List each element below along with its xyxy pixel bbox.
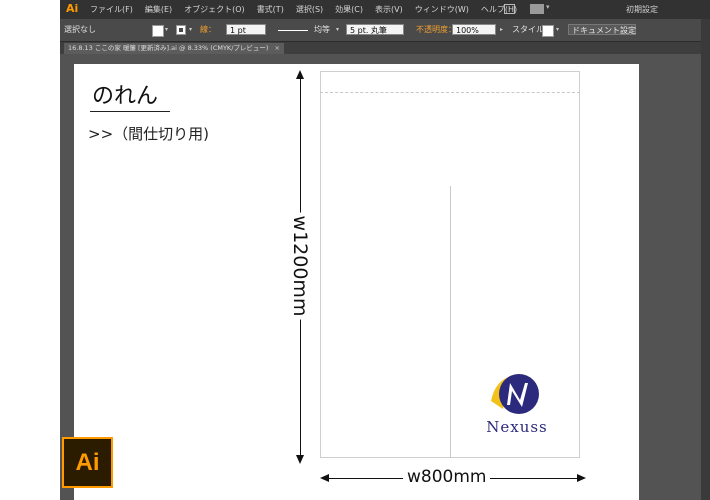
- stroke-weight-field[interactable]: 1 pt: [226, 24, 266, 35]
- arrow-left-icon: [320, 474, 329, 482]
- menu-view[interactable]: 表示(V): [375, 4, 403, 15]
- document-setup-button[interactable]: ドキュメント設定: [568, 24, 636, 35]
- brush-field[interactable]: 5 pt. 丸筆: [346, 24, 404, 35]
- app-logo: Ai: [66, 2, 79, 15]
- close-icon[interactable]: ×: [274, 44, 279, 52]
- selection-status: 選択なし: [64, 25, 96, 34]
- right-panel-strip: [701, 19, 710, 500]
- menu-file[interactable]: ファイル(F): [90, 4, 133, 15]
- stroke-profile-label[interactable]: 均等: [314, 24, 330, 35]
- menu-window[interactable]: ウィンドウ(W): [415, 4, 469, 15]
- opacity-field[interactable]: 100%: [452, 24, 496, 35]
- menu-object[interactable]: オブジェクト(O): [184, 4, 245, 15]
- document-tab[interactable]: 16.8.13 ここの家 暖簾 [更新済み].ai @ 8.33% (CMYK/…: [64, 43, 284, 54]
- workspace-switcher[interactable]: 初期設定: [626, 4, 658, 15]
- document-tab-bar: 16.8.13 ここの家 暖簾 [更新済み].ai @ 8.33% (CMYK/…: [60, 42, 710, 54]
- style-swatch[interactable]: [542, 25, 554, 37]
- title-underline: [90, 111, 170, 112]
- arrange-documents-icon[interactable]: [530, 4, 544, 14]
- menu-bar: Ai ファイル(F) 編集(E) オブジェクト(O) 書式(T) 選択(S) 効…: [60, 0, 710, 19]
- stroke-label[interactable]: 線：: [200, 24, 216, 35]
- arrow-right-icon: [577, 474, 586, 482]
- fill-dropdown-icon[interactable]: ▾: [165, 26, 168, 33]
- control-bar: 選択なし ▾ ▾ 線： 1 pt 均等 ▾ 5 pt. 丸筆 不透明度： 100…: [60, 19, 710, 42]
- style-dropdown-icon[interactable]: ▾: [556, 26, 559, 33]
- slit-line: [450, 186, 451, 458]
- menu-list: ファイル(F) 編集(E) オブジェクト(O) 書式(T) 選択(S) 効果(C…: [90, 4, 517, 15]
- opacity-label[interactable]: 不透明度：: [416, 24, 456, 35]
- stroke-dropdown-icon[interactable]: ▾: [189, 26, 192, 33]
- artwork-subtitle: >>（間仕切り用): [88, 125, 209, 143]
- fill-swatch[interactable]: [152, 25, 164, 37]
- rod-pocket-line: [320, 92, 580, 93]
- profile-dropdown-icon[interactable]: ▾: [336, 26, 339, 33]
- chevron-down-icon[interactable]: ▾: [546, 3, 550, 11]
- menu-effect[interactable]: 効果(C): [335, 4, 363, 15]
- menu-select[interactable]: 選択(S): [296, 4, 323, 15]
- nexuss-logo-icon: [491, 374, 539, 414]
- menu-edit[interactable]: 編集(E): [145, 4, 172, 15]
- brand-name: Nexuss: [486, 418, 548, 436]
- stroke-line-icon: [278, 30, 308, 31]
- illustrator-badge-icon: Ai: [62, 437, 113, 488]
- artwork-title: のれん: [92, 84, 159, 109]
- stroke-swatch[interactable]: [176, 25, 186, 35]
- arrow-up-icon: [296, 70, 304, 79]
- height-dimension-label: w1200mm: [289, 212, 311, 320]
- menu-type[interactable]: 書式(T): [257, 4, 284, 15]
- document-tab-title: 16.8.13 ここの家 暖簾 [更新済み].ai @ 8.33% (CMYK/…: [68, 44, 269, 52]
- opacity-dropdown-icon[interactable]: ▸: [500, 26, 503, 33]
- width-dimension-label: w800mm: [403, 467, 491, 487]
- bridge-icon[interactable]: [504, 4, 515, 14]
- arrow-down-icon: [296, 455, 304, 464]
